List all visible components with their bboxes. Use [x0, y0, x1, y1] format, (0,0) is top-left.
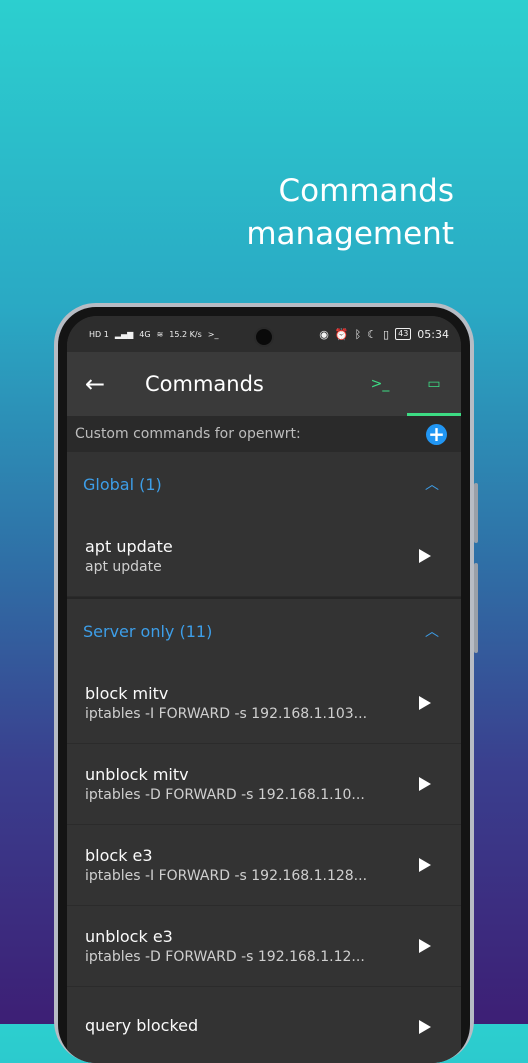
eye-icon: ◉	[319, 327, 329, 341]
sim2-label: 4G	[139, 329, 151, 339]
moon-icon: ☾	[367, 327, 378, 341]
play-icon[interactable]	[419, 549, 431, 563]
group-title: Global (1)	[83, 474, 162, 494]
app-bar: ← Commands >_ ▭	[67, 352, 461, 416]
play-icon[interactable]	[419, 696, 431, 710]
subheader-text: Custom commands for openwrt:	[75, 426, 301, 442]
signal-icon: ▂▄▆	[114, 329, 134, 339]
command-name: unblock mitv	[85, 765, 189, 784]
net-speed: 15.2 K/s	[169, 329, 202, 339]
alarm-icon: ⏰	[334, 327, 349, 341]
subheader: Custom commands for openwrt: +	[67, 416, 461, 452]
power-button	[474, 563, 478, 653]
arrow-left-icon[interactable]: ←	[67, 370, 123, 398]
play-icon[interactable]	[419, 939, 431, 953]
command-text: apt update	[85, 559, 162, 575]
bluetooth-icon: ᛒ	[354, 327, 362, 341]
promo-heading: Commands management	[246, 170, 454, 256]
chevron-up-icon: ︿	[425, 477, 439, 493]
command-name: query blocked	[85, 1016, 199, 1035]
group-title: Server only (11)	[83, 621, 213, 641]
vibrate-icon: ▯	[383, 327, 390, 341]
terminal-icon: >_	[370, 376, 390, 392]
add-command-button[interactable]: +	[426, 421, 447, 446]
status-bar: HD 1 ▂▄▆ 4G ≋ 15.2 K/s >_ ◉ ⏰ ᛒ ☾ ▯ 43 0…	[67, 316, 461, 352]
group-header-server-only[interactable]: Server only (11) ︿	[67, 599, 461, 663]
command-text: iptables -I FORWARD -s 192.168.1.128...	[85, 868, 368, 884]
command-name: block mitv	[85, 684, 169, 703]
play-icon[interactable]	[419, 858, 431, 872]
command-text: iptables -D FORWARD -s 192.168.1.10...	[85, 787, 365, 803]
command-text: iptables -I FORWARD -s 192.168.1.103...	[85, 706, 368, 722]
list-item[interactable]: unblock e3 iptables -D FORWARD -s 192.16…	[67, 906, 461, 987]
volume-button	[474, 483, 478, 543]
terminal-status-icon: >_	[207, 329, 219, 339]
command-text: iptables -D FORWARD -s 192.168.1.12...	[85, 949, 365, 965]
promo-line-2: management	[246, 216, 454, 252]
app-screen: HD 1 ▂▄▆ 4G ≋ 15.2 K/s >_ ◉ ⏰ ᛒ ☾ ▯ 43 0…	[67, 316, 461, 1063]
tab-commands[interactable]: ▭	[407, 352, 461, 416]
phone-bezel: HD 1 ▂▄▆ 4G ≋ 15.2 K/s >_ ◉ ⏰ ᛒ ☾ ▯ 43 0…	[58, 307, 470, 1063]
status-left: HD 1 ▂▄▆ 4G ≋ 15.2 K/s >_	[89, 330, 218, 339]
tab-terminal[interactable]: >_	[353, 352, 407, 416]
group-header-global[interactable]: Global (1) ︿	[67, 452, 461, 516]
chevron-up-icon: ︿	[425, 624, 439, 640]
plus-icon: +	[428, 421, 445, 446]
list-item[interactable]: apt update apt update	[67, 516, 461, 597]
list-item[interactable]: query blocked	[67, 987, 461, 1063]
command-name: block e3	[85, 846, 153, 865]
clock: 05:34	[417, 327, 449, 341]
wifi-icon: ≋	[156, 329, 164, 339]
command-name: unblock e3	[85, 927, 173, 946]
front-camera	[254, 327, 274, 347]
list-item[interactable]: block mitv iptables -I FORWARD -s 192.16…	[67, 663, 461, 744]
promo-line-1: Commands	[278, 173, 454, 209]
laptop-icon: ▭	[427, 376, 441, 392]
command-name: apt update	[85, 537, 173, 556]
play-icon[interactable]	[419, 777, 431, 791]
status-right: ◉ ⏰ ᛒ ☾ ▯ 43 05:34	[319, 328, 449, 341]
battery-icon: 43	[395, 328, 412, 340]
page-title: Commands	[145, 372, 264, 396]
list-item[interactable]: unblock mitv iptables -D FORWARD -s 192.…	[67, 744, 461, 825]
sim1-label: HD 1	[89, 329, 109, 339]
play-icon[interactable]	[419, 1020, 431, 1034]
list-item[interactable]: block e3 iptables -I FORWARD -s 192.168.…	[67, 825, 461, 906]
phone-frame: HD 1 ▂▄▆ 4G ≋ 15.2 K/s >_ ◉ ⏰ ᛒ ☾ ▯ 43 0…	[54, 303, 478, 1063]
